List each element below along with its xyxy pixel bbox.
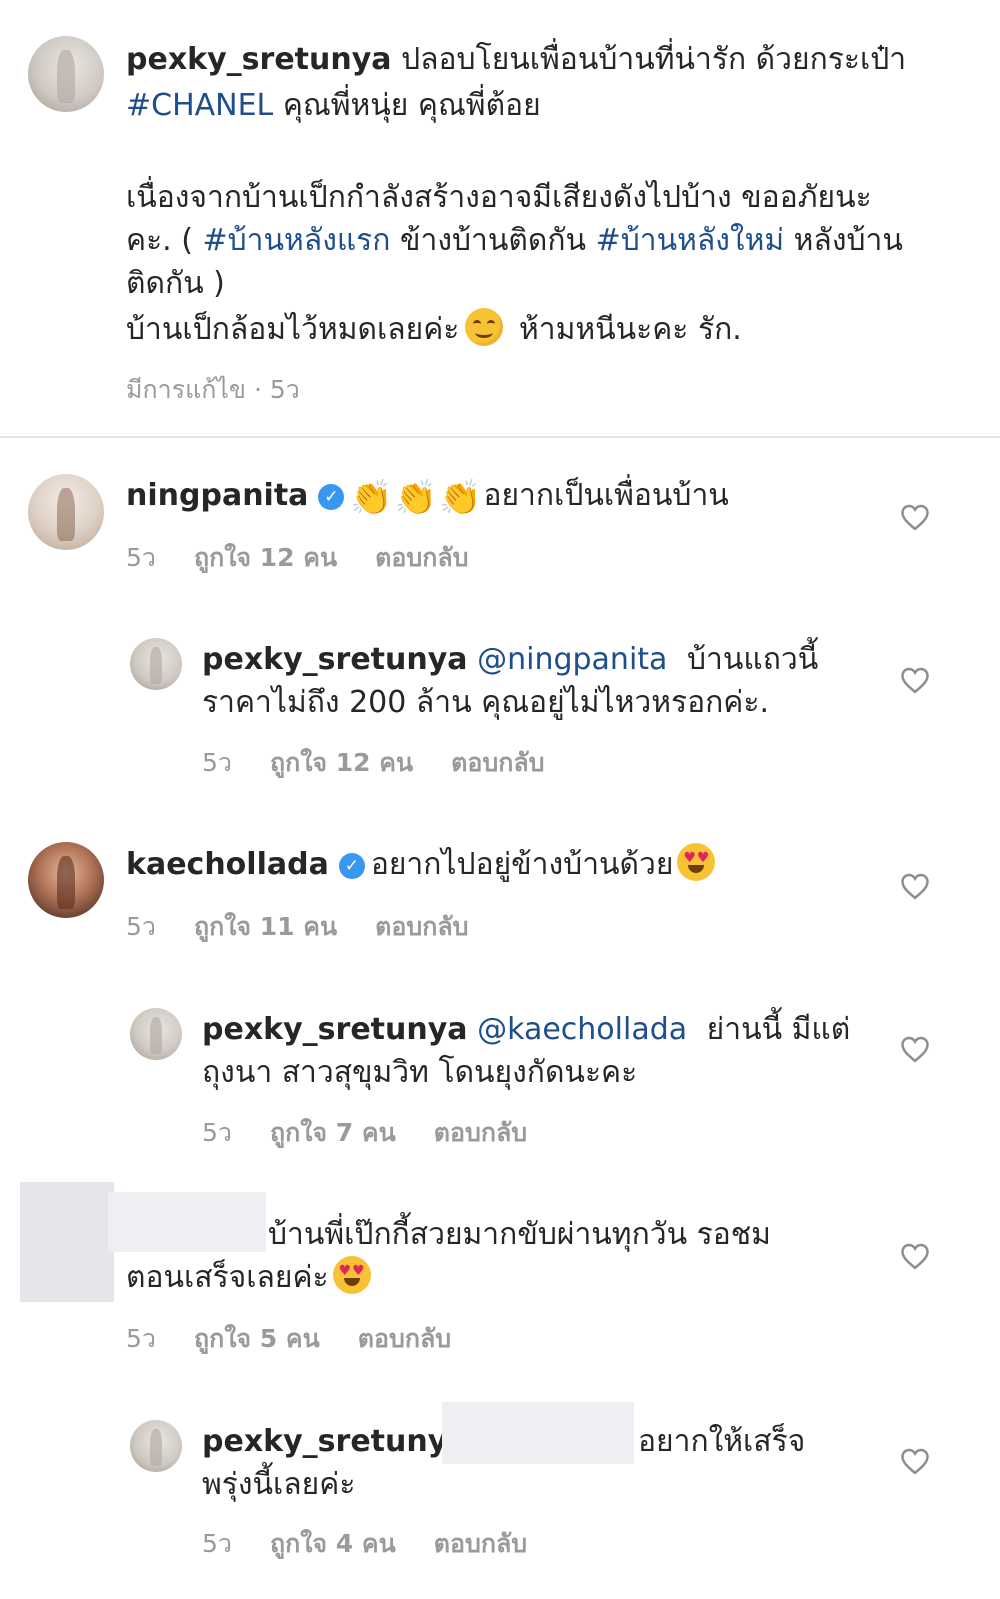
redacted-username [108,1192,266,1252]
comment-meta: 5ว ถูกใจ 11 คน ตอบกลับ [126,907,507,947]
comment-time: 5ว [202,1118,232,1147]
reply-text: พรุ่งนี้เลยค่ะ [202,1467,356,1502]
caption-text: ข้างบ้านติดกัน [390,223,596,258]
caption-text: ห้ามหนีนะคะ รัก. [509,312,742,347]
post-author-avatar[interactable] [28,36,104,112]
reply-text: ถุงนา สาวสุขุมวิท โดนยุงกัดนะคะ [202,1055,638,1090]
caption-text: หลังบ้าน [784,223,903,258]
comment-time: 5ว [126,1324,156,1353]
hashtag-chanel[interactable]: #CHANEL [126,88,273,123]
hashtag-first-house[interactable]: #บ้านหลังแรก [203,223,391,258]
reply-button[interactable]: ตอบกลับ [451,748,544,777]
comment-time: 5ว [202,748,232,777]
verified-badge-icon: ✓ [338,853,365,879]
comment-meta: 5ว ถูกใจ 7 คน ตอบกลับ [202,1113,565,1153]
comment-meta: 5ว ถูกใจ 4 คน ตอบกลับ [202,1524,565,1564]
reply-button[interactable]: ตอบกลับ [375,912,468,941]
commenter-avatar[interactable] [28,842,104,918]
comment-time: 5ว [126,912,156,941]
comment-likes-link[interactable]: ถูกใจ 4 คน [270,1529,396,1558]
reply-author-avatar[interactable] [130,1008,182,1060]
comment-username[interactable]: kaechollada [126,847,329,882]
comment-text: อยากไปอยู่ข้างบ้านด้วย [370,847,674,882]
comment-text: อยากเป็นเพื่อนบ้าน [483,478,729,513]
reply-text: บ้านแถวนี้ [686,642,819,677]
reply-body-line-1: pexky_sretunya @ningpanita บ้านแถวนี้ [202,638,818,681]
caption-text: ติดกัน ) [126,266,225,301]
comment-likes-link[interactable]: ถูกใจ 12 คน [270,748,413,777]
caption-line-1: pexky_sretunya ปลอบโยนเพื่อนบ้านที่น่ารั… [126,38,906,81]
post-meta: มีการแก้ไข · 5ว [126,370,300,410]
caption-divider [0,436,1000,438]
caption-text: คะ. ( [126,223,203,258]
heart-icon[interactable] [900,666,930,694]
post-edited-time: มีการแก้ไข · 5ว [126,375,300,404]
reply-text: ย่านนี้ มีแต่ [706,1012,851,1047]
reply-button[interactable]: ตอบกลับ [434,1529,527,1558]
heart-eyes-emoji: ♥ ♥ [332,1256,371,1294]
comment-body-line-1: บ้านพี่เป๊กกี้สวยมากขับผ่านทุกวัน รอชม [268,1213,771,1256]
caption-line-5: ติดกัน ) [126,262,225,305]
comment-text: บ้านพี่เป๊กกี้สวยมากขับผ่านทุกวัน รอชม [268,1217,771,1252]
comment-meta: 5ว ถูกใจ 5 คน ตอบกลับ [126,1319,489,1359]
comment-meta: 5ว ถูกใจ 12 คน ตอบกลับ [126,538,507,578]
caption-line-3: เนื่องจากบ้านเป็กกำลังสร้างอาจมีเสียงดัง… [126,176,872,219]
heart-icon[interactable] [900,1242,930,1270]
caption-line-2: #CHANEL คุณพี่หนุ่ย คุณพี่ต้อย [126,84,541,127]
reply-username[interactable]: pexky_sretunya [202,642,468,677]
caption-line-4: คะ. ( #บ้านหลังแรก ข้างบ้านติดกัน #บ้านห… [126,219,903,262]
comment-likes-link[interactable]: ถูกใจ 12 คน [194,543,337,572]
comment-username[interactable]: ningpanita [126,478,308,513]
reply-body-line-2: ราคาไม่ถึง 200 ล้าน คุณอยู่ไม่ไหวหรอกค่ะ… [202,681,769,724]
caption-text: เนื่องจากบ้านเป็กกำลังสร้างอาจมีเสียงดัง… [126,180,872,215]
reply-body-line-1: pexky_sretunya [202,1420,468,1463]
reply-text: อยากให้เสร็จ [638,1424,806,1459]
mention-link[interactable]: @kaechollada [477,1012,687,1047]
comment-body: ningpanita ✓ 👏👏👏อยากเป็นเพื่อนบ้าน [126,474,729,517]
reply-button[interactable]: ตอบกลับ [434,1118,527,1147]
hashtag-new-house[interactable]: #บ้านหลังใหม่ [596,223,785,258]
comment-body: kaechollada ✓ อยากไปอยู่ข้างบ้านด้วย ♥ ♥ [126,843,719,886]
heart-icon[interactable] [900,1035,930,1063]
reply-text: ราคาไม่ถึง 200 ล้าน คุณอยู่ไม่ไหวหรอกค่ะ… [202,685,770,720]
reply-button[interactable]: ตอบกลับ [358,1324,451,1353]
comment-body-line-2: ตอนเสร็จเลยค่ะ ♥ ♥ [126,1256,375,1299]
reply-body-line-2: พรุ่งนี้เลยค่ะ [202,1463,355,1506]
reply-body-line-1b: อยากให้เสร็จ [638,1420,805,1463]
reply-username[interactable]: pexky_sretunya [202,1424,468,1459]
caption-text: บ้านเป็กล้อมไว้หมดเลยค่ะ [126,312,460,347]
comment-meta: 5ว ถูกใจ 12 คน ตอบกลับ [202,743,583,783]
caption-text: ปลอบโยนเพื่อนบ้านที่น่ารัก ด้วยกระเป๋า [401,42,907,77]
reply-button[interactable]: ตอบกลับ [375,543,468,572]
reply-body-line-1: pexky_sretunya @kaechollada ย่านนี้ มีแต… [202,1008,850,1051]
reply-body-line-2: ถุงนา สาวสุขุมวิท โดนยุงกัดนะคะ [202,1051,637,1094]
smiling-face-emoji [465,308,504,346]
comment-likes-link[interactable]: ถูกใจ 11 คน [194,912,337,941]
reply-author-avatar[interactable] [130,638,182,690]
comment-text: ตอนเสร็จเลยค่ะ [126,1260,329,1295]
clapping-hands-emoji: 👏 [394,478,438,518]
comment-time: 5ว [126,543,156,572]
mention-link[interactable]: @ningpanita [477,642,667,677]
heart-icon[interactable] [900,1447,930,1475]
heart-icon[interactable] [900,503,930,531]
comment-likes-link[interactable]: ถูกใจ 7 คน [270,1118,396,1147]
reply-username[interactable]: pexky_sretunya [202,1012,468,1047]
redacted-mention [442,1402,634,1464]
reply-author-avatar[interactable] [130,1420,182,1472]
redacted-avatar [20,1182,114,1302]
commenter-avatar[interactable] [28,474,104,550]
post-author-username[interactable]: pexky_sretunya [126,42,392,77]
clapping-hands-emoji: 👏 [439,478,482,518]
verified-badge-icon: ✓ [318,484,345,510]
heart-eyes-emoji: ♥ ♥ [677,843,716,881]
heart-icon[interactable] [900,872,930,900]
caption-text: คุณพี่หนุ่ย คุณพี่ต้อย [273,88,541,123]
comment-time: 5ว [202,1529,232,1558]
clapping-hands-emoji: 👏 [350,478,393,518]
comment-likes-link[interactable]: ถูกใจ 5 คน [194,1324,320,1353]
caption-line-6: บ้านเป็กล้อมไว้หมดเลยค่ะ ห้ามหนีนะคะ รัก… [126,308,742,351]
